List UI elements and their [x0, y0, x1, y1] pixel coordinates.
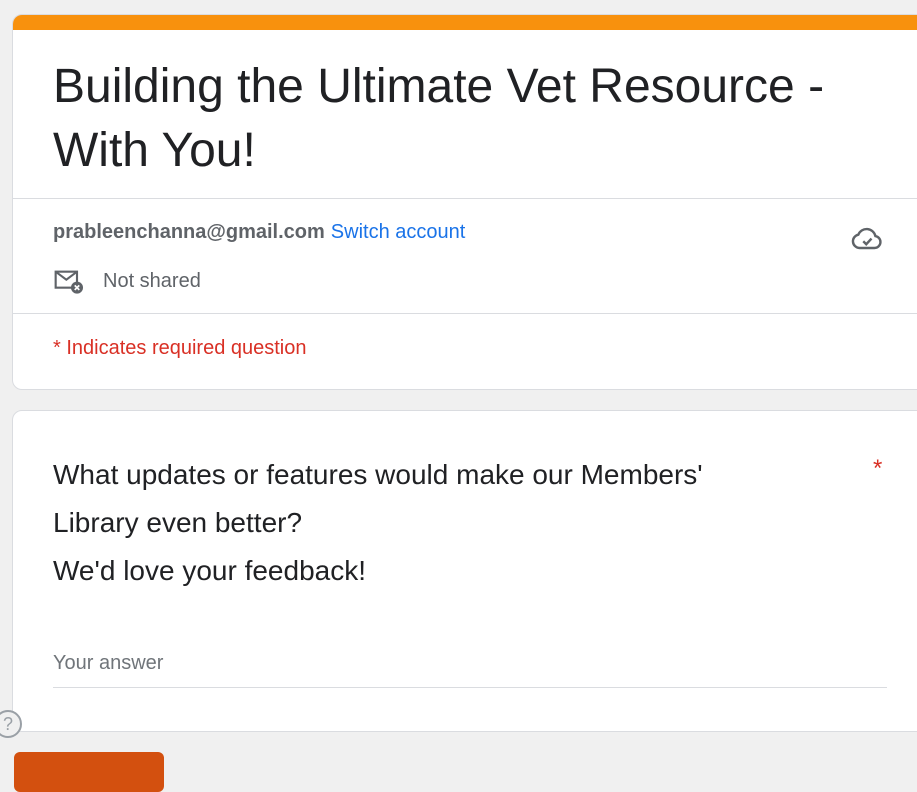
question-line: Library even better?: [53, 507, 303, 538]
question-text: What updates or features would make our …: [53, 451, 833, 595]
question-line: What updates or features would make our …: [53, 459, 703, 490]
cloud-check-icon: [851, 227, 882, 250]
account-row: prableenchanna@gmail.com Switch account: [53, 221, 465, 244]
divider: [13, 198, 917, 199]
question-card: What updates or features would make our …: [12, 410, 917, 732]
submit-button[interactable]: [14, 752, 164, 792]
question-line: We'd love your feedback!: [53, 555, 367, 586]
required-asterisk: *: [873, 455, 883, 482]
form-header-card: Building the Ultimate Vet Resource - Wit…: [12, 14, 917, 390]
account-email: prableenchanna@gmail.com: [53, 221, 325, 243]
divider: [13, 313, 917, 314]
form-title: Building the Ultimate Vet Resource - Wit…: [53, 60, 825, 177]
required-note: * Indicates required question: [53, 337, 307, 359]
accent-bar: [13, 15, 917, 30]
sharing-status: Not shared: [103, 269, 201, 292]
answer-input[interactable]: [53, 643, 887, 688]
not-shared-row: Not shared: [53, 265, 201, 297]
mail-not-shared-icon: [54, 270, 83, 294]
switch-account-link[interactable]: Switch account: [331, 221, 466, 243]
help-icon[interactable]: ?: [0, 710, 22, 738]
